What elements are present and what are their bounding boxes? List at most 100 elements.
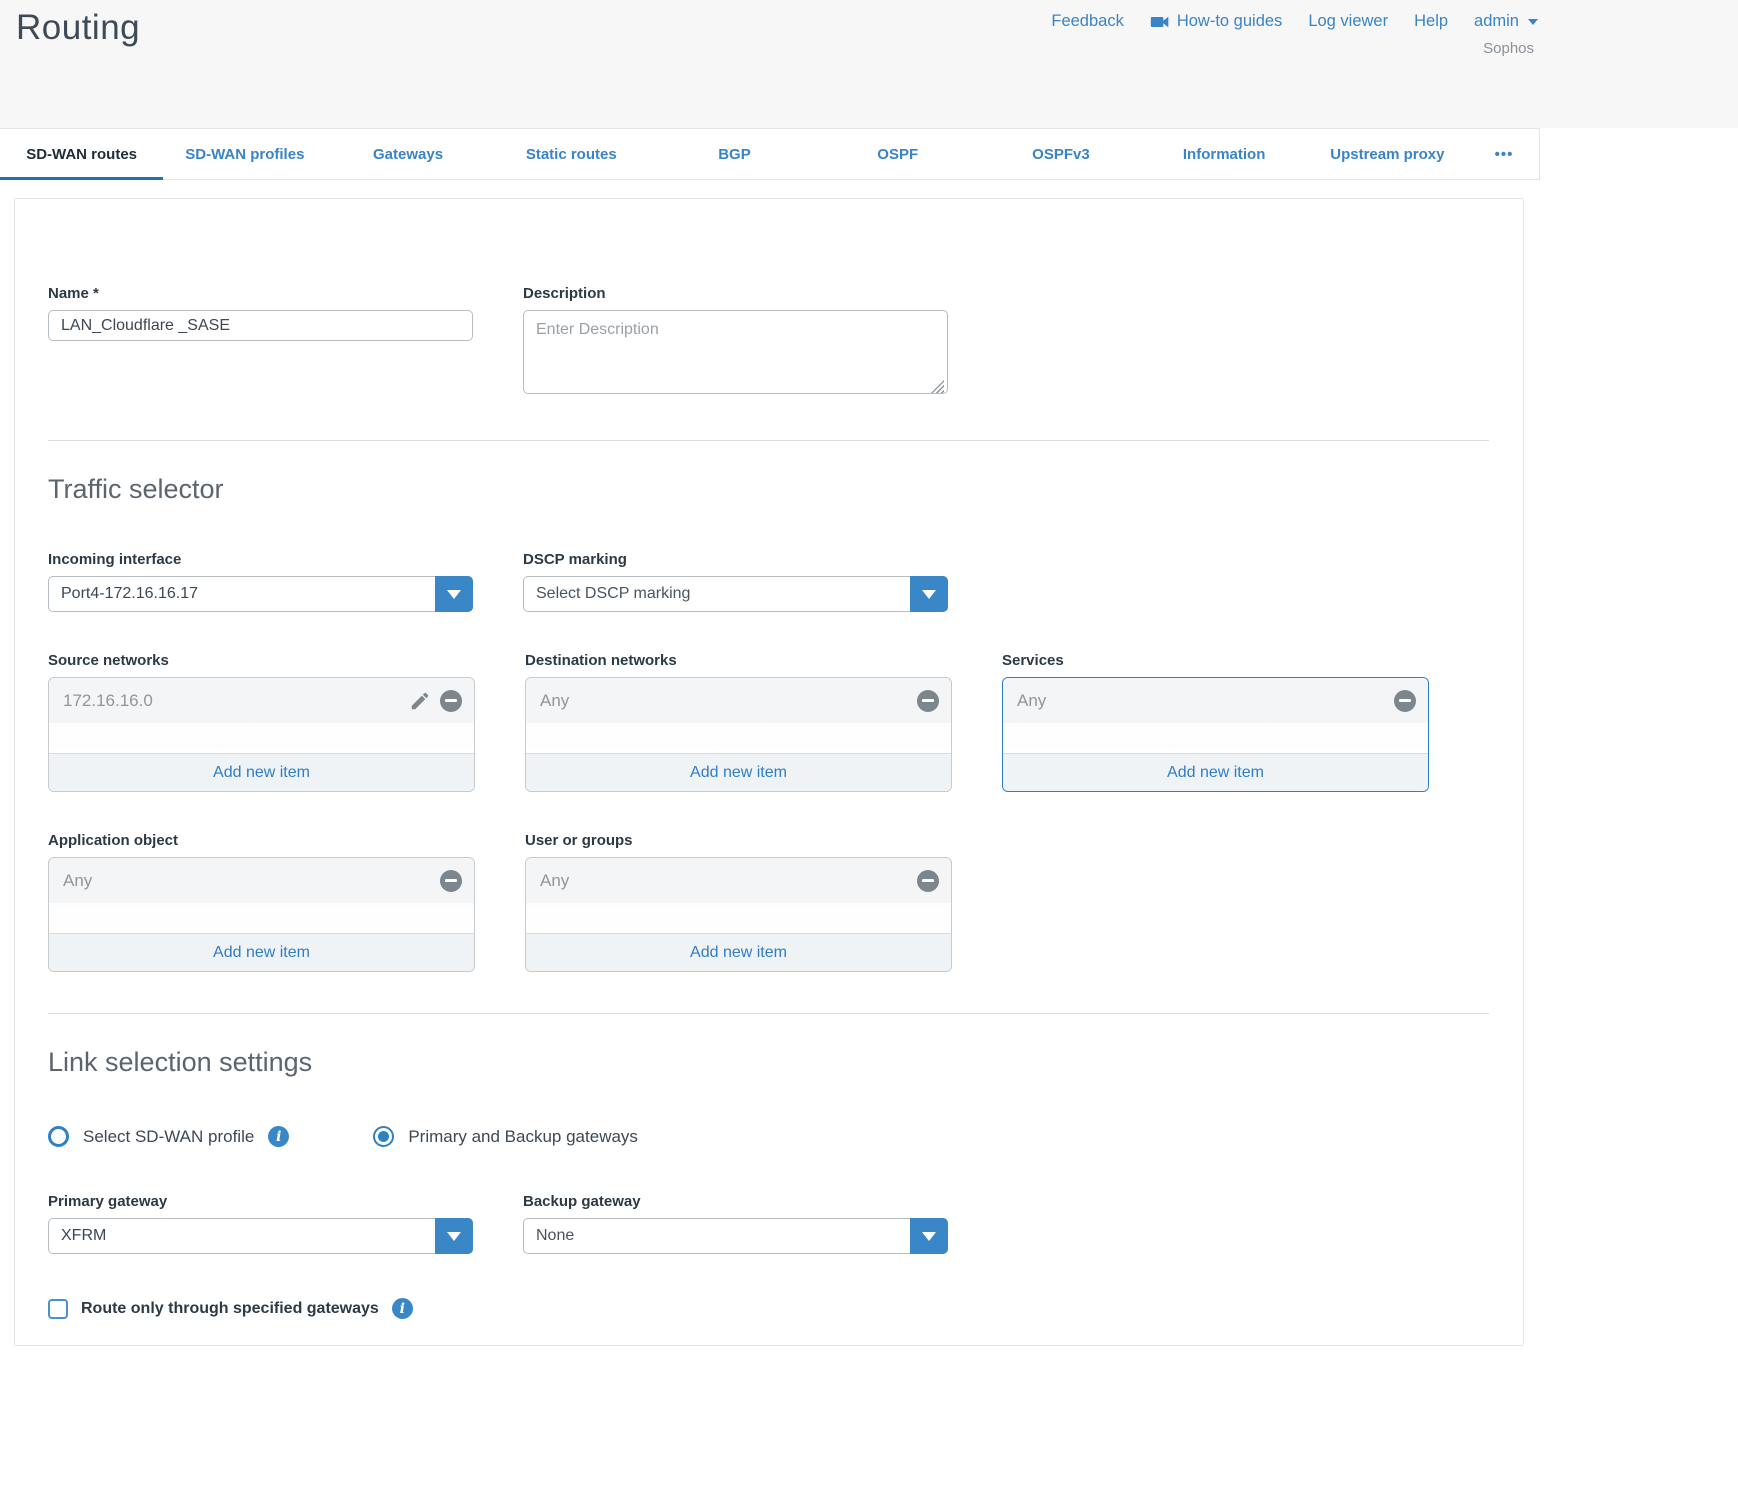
item-label: Any: [63, 871, 440, 891]
list-item[interactable]: Any: [1003, 678, 1428, 723]
list-empty-area: [49, 903, 474, 933]
help-label: Help: [1414, 12, 1448, 31]
interface-dscp-row: Incoming interface Port4-172.16.16.17 DS…: [48, 551, 1490, 612]
link-selection-heading: Link selection settings: [48, 1047, 1490, 1078]
link-selection-radios: Select SD-WAN profile i Primary and Back…: [48, 1126, 1490, 1147]
source-networks-box: 172.16.16.0 Add new item: [48, 677, 475, 792]
tab-bgp[interactable]: BGP: [653, 129, 816, 179]
radio-button-selected-icon[interactable]: [373, 1126, 394, 1147]
header-links: Feedback How-to guides Log viewer Help a…: [1051, 12, 1538, 31]
tab-sd-wan-profiles[interactable]: SD-WAN profiles: [163, 129, 326, 179]
primary-gateway-value: XFRM: [49, 1227, 435, 1245]
admin-menu[interactable]: admin: [1474, 12, 1538, 31]
description-input[interactable]: [523, 310, 948, 394]
item-icons: [917, 690, 939, 712]
tab-more-button[interactable]: •••: [1469, 129, 1539, 179]
chevron-down-icon: [922, 590, 936, 599]
route-only-checkbox[interactable]: [48, 1299, 68, 1319]
tab-sd-wan-routes[interactable]: SD-WAN routes: [0, 129, 163, 179]
services-box: Any Add new item: [1002, 677, 1429, 792]
item-icons: [440, 870, 462, 892]
log-viewer-label: Log viewer: [1308, 12, 1388, 31]
routing-page: Routing Feedback How-to guides Log viewe…: [0, 0, 1738, 1512]
add-new-item-button[interactable]: Add new item: [1003, 753, 1428, 791]
source-networks-label: Source networks: [48, 652, 475, 669]
video-camera-icon: [1150, 14, 1170, 30]
radio-sdwan-profile-label[interactable]: Select SD-WAN profile: [83, 1127, 254, 1147]
dscp-marking-select[interactable]: Select DSCP marking: [523, 576, 948, 612]
remove-icon[interactable]: [440, 690, 462, 712]
incoming-interface-value: Port4-172.16.16.17: [49, 585, 435, 603]
tab-upstream-proxy[interactable]: Upstream proxy: [1306, 129, 1469, 179]
list-item[interactable]: 172.16.16.0: [49, 678, 474, 723]
application-object-box: Any Add new item: [48, 857, 475, 972]
dscp-marking-label: DSCP marking: [523, 551, 948, 568]
admin-label: admin: [1474, 12, 1519, 31]
item-label: Any: [540, 871, 917, 891]
dropdown-button[interactable]: [435, 576, 473, 612]
add-new-item-button[interactable]: Add new item: [526, 933, 951, 971]
description-label: Description: [523, 285, 948, 302]
remove-icon[interactable]: [1394, 690, 1416, 712]
log-viewer-link[interactable]: Log viewer: [1308, 12, 1388, 31]
application-users-row: Application object Any Add new item User…: [48, 832, 1490, 972]
howto-guides-link[interactable]: How-to guides: [1150, 12, 1282, 31]
tab-bar: SD-WAN routes SD-WAN profiles Gateways S…: [0, 128, 1540, 180]
radio-primary-backup-label[interactable]: Primary and Backup gateways: [408, 1127, 638, 1147]
networks-row: Source networks 172.16.16.0 Add new item: [48, 652, 1490, 792]
info-icon[interactable]: i: [392, 1298, 413, 1319]
section-divider: [48, 440, 1489, 441]
item-label: Any: [540, 691, 917, 711]
primary-gateway-label: Primary gateway: [48, 1193, 473, 1210]
item-icons: [917, 870, 939, 892]
dropdown-button[interactable]: [435, 1218, 473, 1254]
item-icons: [1394, 690, 1416, 712]
tab-ospfv3[interactable]: OSPFv3: [979, 129, 1142, 179]
list-item[interactable]: Any: [526, 678, 951, 723]
user-or-groups-label: User or groups: [525, 832, 952, 849]
radio-primary-backup[interactable]: Primary and Backup gateways: [373, 1126, 638, 1147]
dropdown-button[interactable]: [910, 576, 948, 612]
list-empty-area: [49, 723, 474, 753]
help-link[interactable]: Help: [1414, 12, 1448, 31]
list-empty-area: [526, 903, 951, 933]
item-label: 172.16.16.0: [63, 691, 409, 711]
add-new-item-button[interactable]: Add new item: [49, 933, 474, 971]
chevron-down-icon: [447, 590, 461, 599]
incoming-interface-select[interactable]: Port4-172.16.16.17: [48, 576, 473, 612]
add-new-item-button[interactable]: Add new item: [526, 753, 951, 791]
route-only-row: Route only through specified gateways i: [48, 1298, 1490, 1319]
tab-static-routes[interactable]: Static routes: [490, 129, 653, 179]
page-title: Routing: [16, 8, 140, 48]
remove-icon[interactable]: [440, 870, 462, 892]
tab-gateways[interactable]: Gateways: [326, 129, 489, 179]
item-label: Any: [1017, 691, 1394, 711]
backup-gateway-label: Backup gateway: [523, 1193, 948, 1210]
radio-sdwan-profile[interactable]: Select SD-WAN profile i: [48, 1126, 289, 1147]
backup-gateway-value: None: [524, 1227, 910, 1245]
list-item[interactable]: Any: [526, 858, 951, 903]
howto-guides-label: How-to guides: [1177, 12, 1282, 31]
tab-ospf[interactable]: OSPF: [816, 129, 979, 179]
add-new-item-button[interactable]: Add new item: [49, 753, 474, 791]
list-item[interactable]: Any: [49, 858, 474, 903]
item-icons: [409, 690, 462, 712]
feedback-link[interactable]: Feedback: [1051, 12, 1123, 31]
sd-wan-route-form: Name * Description Traffic selector Inco…: [14, 198, 1524, 1346]
info-icon[interactable]: i: [268, 1126, 289, 1147]
primary-gateway-select[interactable]: XFRM: [48, 1218, 473, 1254]
edit-icon[interactable]: [409, 690, 431, 712]
remove-icon[interactable]: [917, 690, 939, 712]
services-label: Services: [1002, 652, 1429, 669]
backup-gateway-select[interactable]: None: [523, 1218, 948, 1254]
radio-button-icon[interactable]: [48, 1126, 69, 1147]
route-only-label: Route only through specified gateways: [81, 1300, 379, 1318]
dropdown-button[interactable]: [910, 1218, 948, 1254]
name-input[interactable]: [48, 310, 473, 341]
remove-icon[interactable]: [917, 870, 939, 892]
tab-information[interactable]: Information: [1143, 129, 1306, 179]
top-header: Routing Feedback How-to guides Log viewe…: [0, 0, 1738, 128]
destination-networks-label: Destination networks: [525, 652, 952, 669]
feedback-label: Feedback: [1051, 12, 1123, 31]
section-divider: [48, 1013, 1489, 1014]
